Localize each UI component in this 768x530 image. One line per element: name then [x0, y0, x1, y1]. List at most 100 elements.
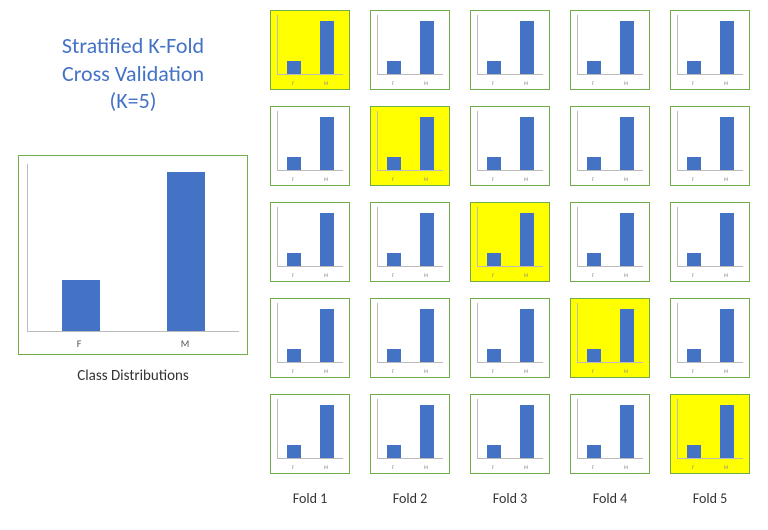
mini-axis-m: M — [724, 465, 728, 471]
mini-axis-m: M — [324, 465, 328, 471]
mini-axis: FM — [577, 465, 643, 471]
mini-axis-m: M — [624, 273, 628, 279]
fold-cell-test: FM — [270, 10, 350, 90]
mini-bar-f — [487, 253, 501, 266]
mini-axis: FM — [277, 177, 343, 183]
mini-plot — [577, 207, 643, 267]
mini-axis: FM — [477, 81, 543, 87]
mini-axis-m: M — [724, 177, 728, 183]
mini-plot — [477, 399, 543, 459]
mini-axis: FM — [677, 273, 743, 279]
mini-axis: FM — [277, 273, 343, 279]
mini-axis-f: F — [692, 81, 694, 87]
fold-cell-test: FM — [470, 202, 550, 282]
mini-bar-f — [387, 253, 401, 266]
mini-plot — [477, 303, 543, 363]
fold-labels-row: Fold 1Fold 2Fold 3Fold 4Fold 5 — [270, 490, 750, 507]
mini-axis-f: F — [392, 81, 394, 87]
mini-bar-m — [420, 405, 434, 458]
mini-bar-m — [320, 21, 334, 74]
mini-axis-m: M — [624, 177, 628, 183]
mini-plot — [677, 207, 743, 267]
mini-axis: FM — [477, 369, 543, 375]
bar-m — [167, 172, 205, 331]
mini-bar-f — [687, 349, 701, 362]
mini-bar-m — [720, 213, 734, 266]
mini-bar-m — [420, 117, 434, 170]
fold-cell-train: FM — [670, 10, 750, 90]
mini-plot — [277, 111, 343, 171]
mini-bar-m — [620, 21, 634, 74]
fold-cell-train: FM — [570, 10, 650, 90]
mini-bar-f — [487, 445, 501, 458]
mini-bar-m — [420, 21, 434, 74]
mini-plot — [477, 111, 543, 171]
mini-axis-f: F — [392, 273, 394, 279]
mini-plot — [477, 15, 543, 75]
mini-axis-m: M — [324, 177, 328, 183]
axis-label-f: F — [77, 337, 82, 350]
mini-bar-m — [720, 309, 734, 362]
mini-bar-f — [587, 157, 601, 170]
mini-bar-m — [520, 213, 534, 266]
fold-cell-train: FM — [270, 298, 350, 378]
mini-axis: FM — [377, 177, 443, 183]
mini-axis-m: M — [624, 465, 628, 471]
mini-bar-f — [487, 157, 501, 170]
mini-bar-m — [720, 117, 734, 170]
mini-plot — [377, 15, 443, 75]
fold-cell-test: FM — [670, 394, 750, 474]
mini-bar-f — [387, 157, 401, 170]
fold-cell-train: FM — [370, 394, 450, 474]
mini-bar-f — [587, 61, 601, 74]
mini-axis: FM — [377, 273, 443, 279]
fold-cell-train: FM — [370, 10, 450, 90]
mini-axis-m: M — [524, 273, 528, 279]
class-distribution-caption: Class Distributions — [18, 367, 248, 385]
mini-axis-m: M — [424, 81, 428, 87]
mini-axis-m: M — [424, 273, 428, 279]
mini-axis: FM — [677, 369, 743, 375]
mini-axis-m: M — [424, 369, 428, 375]
fold-cell-train: FM — [270, 202, 350, 282]
mini-bar-m — [320, 117, 334, 170]
left-panel: Stratified K-Fold Cross Validation (K=5)… — [18, 32, 248, 385]
mini-axis-m: M — [324, 81, 328, 87]
mini-plot — [677, 399, 743, 459]
mini-axis-m: M — [724, 81, 728, 87]
title-line-2: Cross Validation — [18, 60, 248, 88]
mini-bar-f — [387, 445, 401, 458]
fold-cell-train: FM — [570, 106, 650, 186]
fold-cell-train: FM — [470, 106, 550, 186]
fold-label: Fold 1 — [270, 490, 350, 507]
mini-bar-f — [387, 61, 401, 74]
mini-bar-m — [720, 21, 734, 74]
mini-bar-m — [620, 117, 634, 170]
mini-axis-m: M — [524, 81, 528, 87]
mini-axis: FM — [377, 465, 443, 471]
mini-axis-f: F — [292, 177, 294, 183]
mini-plot — [277, 15, 343, 75]
mini-bar-m — [320, 309, 334, 362]
mini-axis-f: F — [392, 465, 394, 471]
mini-axis-f: F — [692, 273, 694, 279]
mini-axis-f: F — [592, 81, 594, 87]
mini-bar-f — [687, 253, 701, 266]
fold-cell-train: FM — [270, 106, 350, 186]
fold-cell-train: FM — [670, 106, 750, 186]
mini-bar-m — [520, 405, 534, 458]
mini-axis-f: F — [492, 465, 494, 471]
mini-axis: FM — [277, 369, 343, 375]
mini-plot — [377, 111, 443, 171]
mini-plot — [577, 15, 643, 75]
big-axis-labels: F M — [27, 337, 239, 350]
fold-cell-train: FM — [270, 394, 350, 474]
mini-plot — [377, 399, 443, 459]
grid-row: FMFMFMFMFM — [270, 10, 750, 90]
fold-label: Fold 3 — [470, 490, 550, 507]
mini-plot — [577, 303, 643, 363]
mini-bar-m — [520, 117, 534, 170]
mini-axis: FM — [477, 465, 543, 471]
mini-bar-m — [720, 405, 734, 458]
mini-axis: FM — [677, 465, 743, 471]
